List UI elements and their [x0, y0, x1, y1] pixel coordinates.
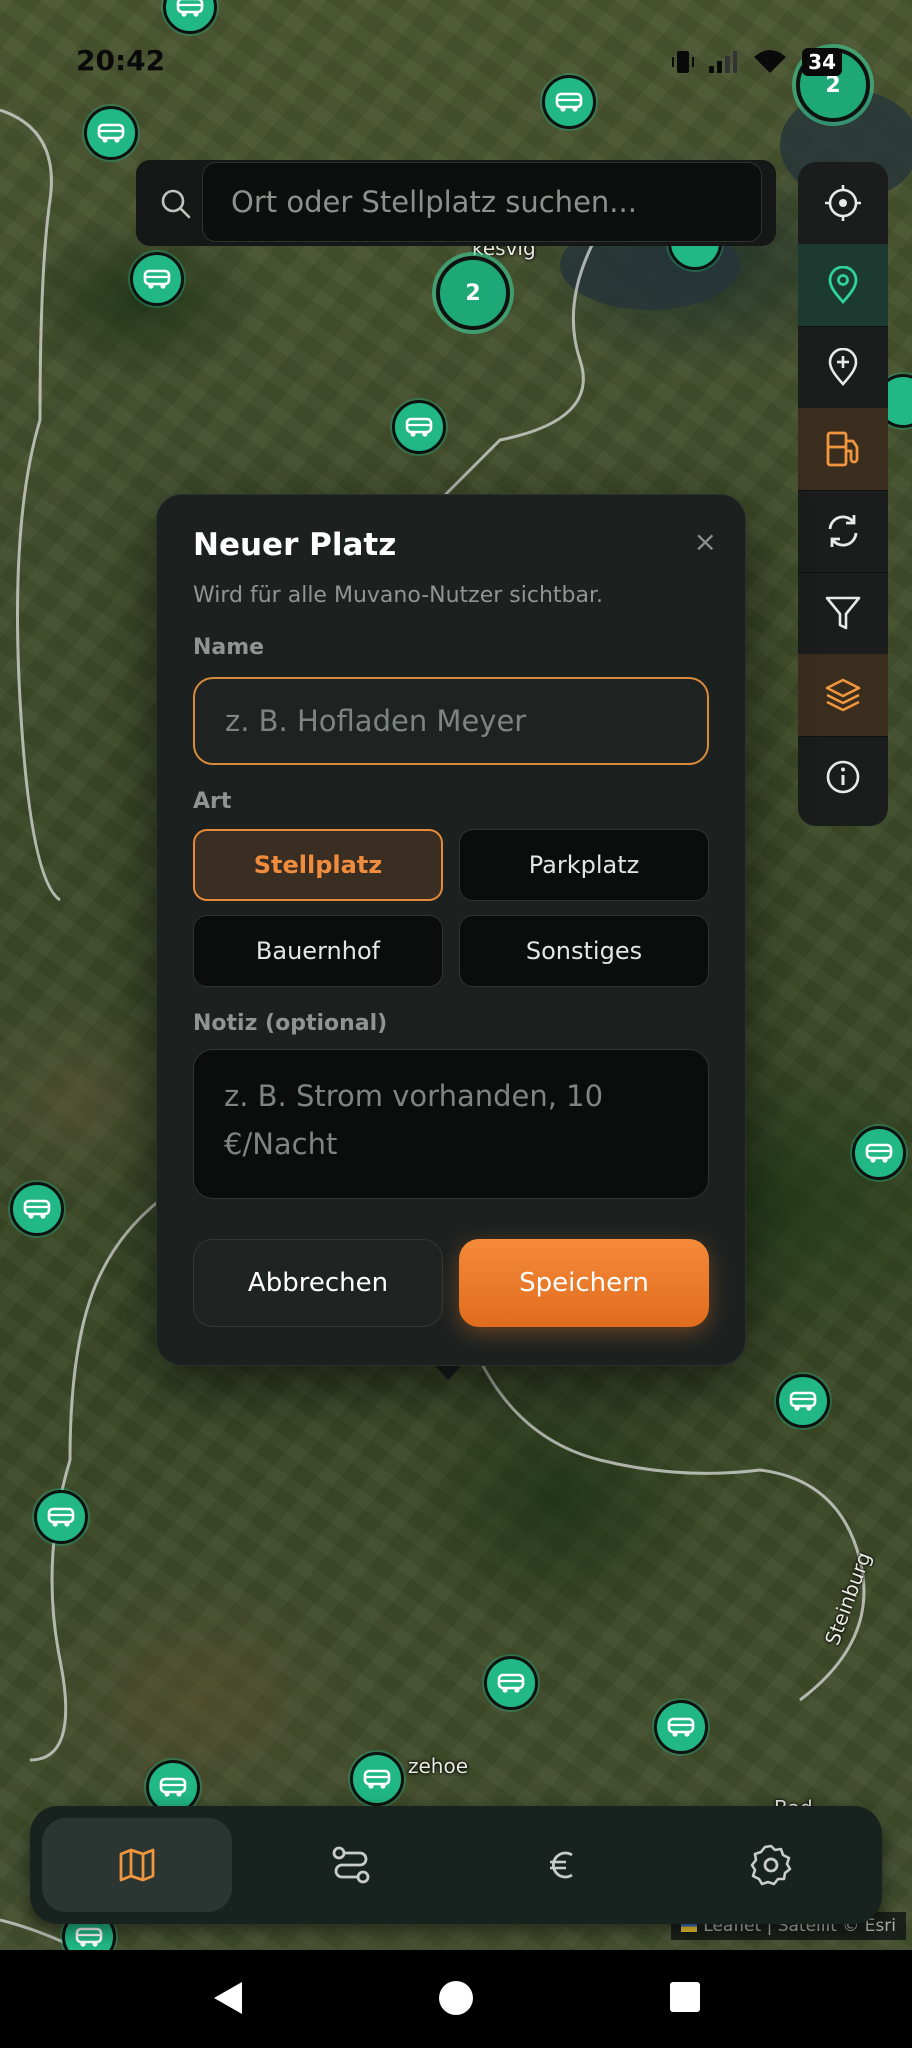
places-button[interactable]	[798, 244, 888, 327]
type-label: Art	[193, 789, 232, 814]
marker-cluster[interactable]: 2	[436, 256, 510, 330]
new-place-dialog: Neuer Platz × Wird für alle Muvano-Nutze…	[156, 494, 746, 1366]
camper-marker[interactable]	[654, 1700, 708, 1754]
van-icon	[497, 1673, 525, 1693]
van-icon	[363, 1769, 391, 1789]
camper-marker[interactable]	[350, 1752, 404, 1806]
back-icon[interactable]	[210, 1978, 246, 2018]
nav-routes[interactable]	[256, 1818, 446, 1912]
system-navigation-bar	[0, 1950, 912, 2048]
van-icon	[405, 417, 433, 437]
camper-marker[interactable]	[10, 1182, 64, 1236]
signal-icon	[709, 51, 738, 73]
van-icon	[97, 123, 125, 143]
battery-indicator: 34	[802, 48, 842, 76]
refresh-button[interactable]	[798, 490, 888, 573]
settings-icon	[750, 1844, 792, 1886]
van-icon	[47, 1507, 75, 1527]
type-option-bauernhof[interactable]: Bauernhof	[193, 915, 443, 987]
search-icon[interactable]	[160, 188, 192, 220]
layers-button[interactable]	[798, 654, 888, 737]
dialog-subtitle: Wird für alle Muvano-Nutzer sichtbar.	[193, 583, 603, 608]
layers-icon	[825, 678, 861, 712]
route-icon	[332, 1846, 370, 1884]
recents-icon[interactable]	[668, 1980, 702, 2014]
refresh-icon	[828, 515, 858, 547]
locate-button[interactable]	[798, 162, 888, 245]
name-label: Name	[193, 635, 265, 660]
status-icons: 34	[672, 48, 842, 76]
camper-marker[interactable]	[484, 1656, 538, 1710]
save-button[interactable]: Speichern	[459, 1239, 709, 1327]
map-toolbar	[798, 162, 888, 826]
camper-marker[interactable]	[392, 400, 446, 454]
info-button[interactable]	[798, 736, 888, 818]
info-icon	[826, 760, 860, 794]
van-icon	[667, 1717, 695, 1737]
van-icon	[75, 1927, 103, 1947]
nav-costs[interactable]	[468, 1818, 658, 1912]
van-icon	[143, 269, 171, 289]
add-pin-icon	[828, 348, 858, 386]
map-pin-icon	[828, 266, 858, 304]
add-place-button[interactable]	[798, 326, 888, 409]
type-option-sonstiges[interactable]: Sonstiges	[459, 915, 709, 987]
locate-icon	[825, 185, 861, 221]
nav-map[interactable]	[42, 1818, 232, 1912]
search-input[interactable]	[202, 162, 762, 242]
van-icon	[23, 1199, 51, 1219]
filter-icon	[825, 596, 861, 630]
bottom-navigation	[30, 1806, 882, 1924]
camper-marker[interactable]	[130, 252, 184, 306]
map-place-label: zehoe	[408, 1754, 469, 1778]
type-option-parkplatz[interactable]: Parkplatz	[459, 829, 709, 901]
van-icon	[789, 1391, 817, 1411]
dialog-title: Neuer Platz	[193, 527, 397, 563]
home-icon[interactable]	[436, 1978, 476, 2018]
camper-marker[interactable]	[776, 1374, 830, 1428]
euro-icon	[550, 1851, 573, 1879]
cancel-button[interactable]: Abbrechen	[193, 1239, 443, 1327]
map-icon	[119, 1848, 155, 1882]
close-button[interactable]: ×	[694, 525, 717, 558]
van-icon	[865, 1143, 893, 1163]
filter-button[interactable]	[798, 572, 888, 655]
note-label: Notiz (optional)	[193, 1011, 388, 1036]
type-option-stellplatz[interactable]: Stellplatz	[193, 829, 443, 901]
note-textarea[interactable]	[193, 1049, 709, 1199]
vibrate-icon	[672, 51, 695, 73]
van-icon	[159, 1777, 187, 1797]
camper-marker[interactable]	[852, 1126, 906, 1180]
wifi-icon	[754, 50, 787, 73]
search-bar	[136, 160, 776, 246]
status-bar: 20:42 34	[0, 0, 912, 120]
name-input[interactable]	[193, 677, 709, 765]
status-time: 20:42	[76, 44, 166, 77]
fuel-button[interactable]	[798, 408, 888, 491]
camper-marker[interactable]	[34, 1490, 88, 1544]
fuel-icon	[826, 431, 859, 467]
nav-settings[interactable]	[676, 1818, 866, 1912]
